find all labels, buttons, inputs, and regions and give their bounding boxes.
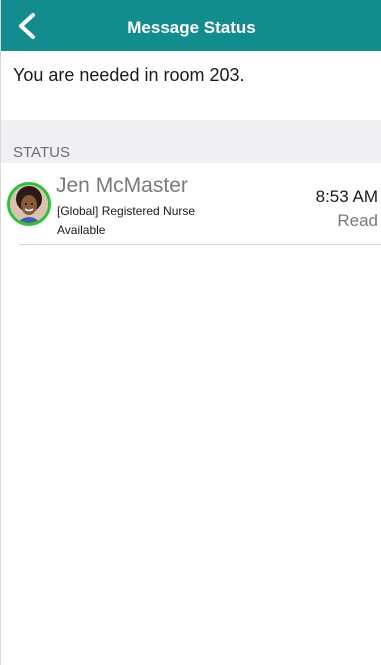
avatar-image (10, 185, 48, 223)
status-section-header: STATUS (1, 120, 381, 163)
chevron-left-icon (19, 13, 35, 39)
read-status: Read (337, 211, 378, 230)
recipient-row[interactable]: Jen McMaster [Global] Registered Nurse A… (1, 163, 381, 245)
recipient-role: [Global] Registered Nurse (57, 204, 196, 218)
recipient-availability: Available (57, 223, 106, 237)
row-divider (19, 244, 381, 245)
back-button[interactable] (1, 0, 53, 51)
message-text: You are needed in room 203. (13, 65, 245, 85)
recipient-name: Jen McMaster (56, 174, 188, 197)
page-title: Message Status (127, 18, 256, 37)
navigation-bar: Message Status (1, 0, 381, 51)
status-header-label: STATUS (13, 144, 70, 161)
message-status-screen: Message Status You are needed in room 20… (0, 0, 381, 665)
avatar (7, 182, 51, 226)
status-time: 8:53 AM (315, 187, 378, 206)
